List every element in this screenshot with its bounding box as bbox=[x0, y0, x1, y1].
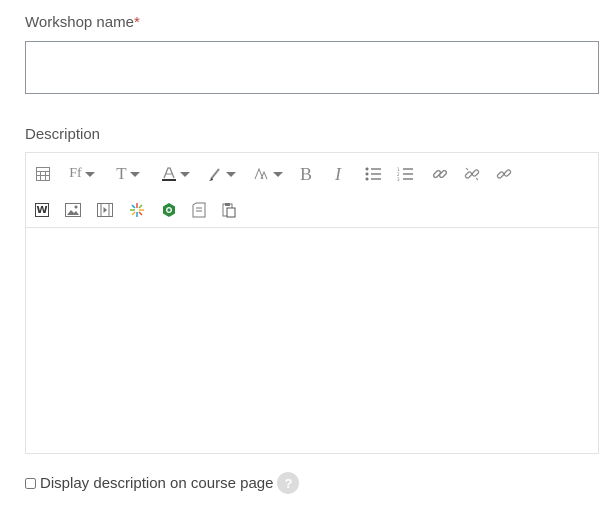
file-icon bbox=[192, 202, 206, 218]
font-size-icon: T bbox=[116, 164, 127, 183]
ordered-list-icon: 123 bbox=[397, 167, 413, 181]
chevron-down-icon bbox=[84, 171, 95, 177]
bold-button[interactable]: B bbox=[296, 161, 316, 187]
display-description-checkbox[interactable] bbox=[25, 477, 36, 489]
unlink-button[interactable] bbox=[460, 161, 484, 187]
word-glyph: W bbox=[36, 204, 48, 216]
paste-icon bbox=[222, 202, 236, 218]
help-icon[interactable]: ? bbox=[277, 472, 300, 494]
recording-icon bbox=[161, 202, 177, 218]
media-button[interactable] bbox=[94, 197, 116, 223]
editor-content-area[interactable] bbox=[26, 229, 598, 453]
toggle-toolbar-button[interactable] bbox=[32, 161, 54, 187]
word-paste-icon: W bbox=[35, 203, 49, 217]
workshop-name-label-text: Workshop name bbox=[25, 14, 134, 31]
background-color-icon bbox=[207, 166, 223, 182]
display-description-row: Display description on course page ? bbox=[25, 472, 300, 494]
text-color-icon bbox=[161, 166, 177, 182]
kaltura-icon bbox=[129, 202, 145, 218]
toggle-toolbar-icon bbox=[36, 167, 50, 181]
font-family-icon: Ff bbox=[69, 166, 82, 181]
description-label: Description bbox=[25, 126, 101, 143]
background-color-button[interactable] bbox=[204, 161, 238, 187]
font-style-icon bbox=[254, 167, 270, 181]
workshop-name-label: Workshop name* bbox=[25, 14, 140, 31]
unordered-list-button[interactable] bbox=[362, 161, 384, 187]
file-button[interactable] bbox=[188, 197, 210, 223]
unordered-list-icon bbox=[365, 167, 381, 181]
unlink-icon bbox=[464, 166, 480, 182]
italic-button[interactable]: I bbox=[328, 161, 348, 187]
chevron-down-icon bbox=[272, 171, 283, 177]
bold-icon: B bbox=[299, 163, 312, 184]
font-size-button[interactable]: T bbox=[112, 161, 144, 187]
workshop-name-input[interactable] bbox=[25, 41, 599, 94]
image-button[interactable] bbox=[62, 197, 84, 223]
svg-text:3: 3 bbox=[397, 177, 400, 181]
link-button[interactable] bbox=[428, 161, 452, 187]
editor-toolbar: Ff T B I 1 2 3 W bbox=[26, 153, 598, 228]
font-style-button[interactable] bbox=[252, 161, 284, 187]
chevron-down-icon bbox=[225, 171, 236, 177]
media-icon bbox=[97, 203, 113, 217]
paste-button[interactable] bbox=[218, 197, 240, 223]
anchor-icon bbox=[496, 166, 512, 182]
recording-button[interactable] bbox=[158, 197, 180, 223]
image-icon bbox=[65, 203, 81, 217]
chevron-down-icon bbox=[179, 171, 190, 177]
display-description-label: Display description on course page bbox=[40, 474, 274, 492]
kaltura-button[interactable] bbox=[126, 197, 148, 223]
anchor-button[interactable] bbox=[492, 161, 516, 187]
description-editor: Ff T B I 1 2 3 W bbox=[25, 152, 599, 454]
required-marker: * bbox=[133, 14, 140, 31]
help-icon-glyph: ? bbox=[284, 475, 293, 491]
chevron-down-icon bbox=[129, 171, 140, 177]
text-color-button[interactable] bbox=[158, 161, 192, 187]
font-family-button[interactable]: Ff bbox=[66, 161, 98, 187]
italic-icon: I bbox=[335, 163, 341, 184]
link-icon bbox=[432, 166, 448, 182]
word-paste-button[interactable]: W bbox=[32, 197, 52, 223]
ordered-list-button[interactable]: 123 bbox=[394, 161, 416, 187]
